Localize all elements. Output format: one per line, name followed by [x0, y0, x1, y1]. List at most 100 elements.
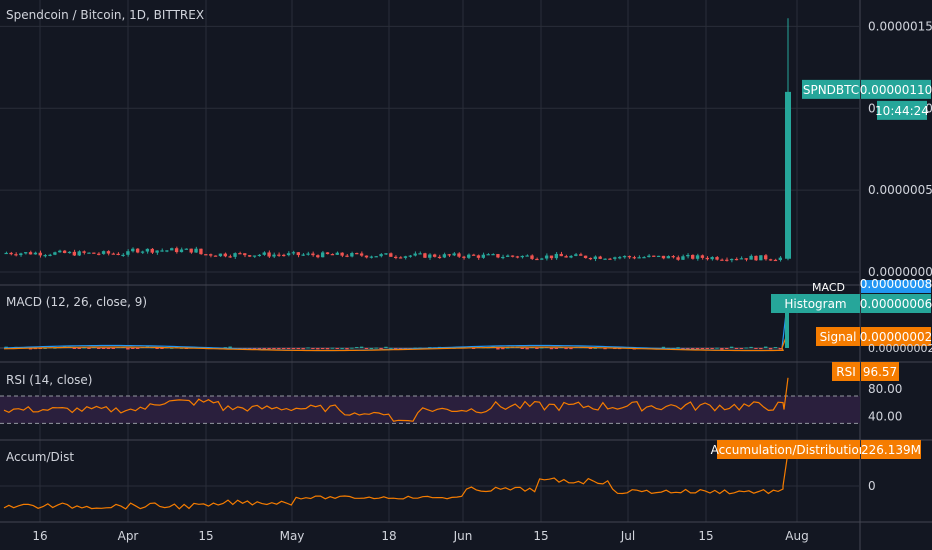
- candle-body: [150, 248, 154, 253]
- candle-body: [467, 254, 471, 258]
- main-chart-title: Spendcoin / Bitcoin, 1D, BITTREX: [6, 8, 205, 22]
- candle-body: [617, 257, 622, 259]
- signal-name-tag: Signal: [820, 330, 857, 344]
- candle-body: [106, 251, 111, 254]
- candle-body: [676, 257, 680, 260]
- candle-body: [510, 255, 515, 257]
- candle-body: [72, 251, 77, 256]
- rsi-title: RSI (14, close): [6, 373, 93, 387]
- candle-body: [544, 255, 549, 259]
- candle-body: [252, 255, 257, 257]
- candle-body: [4, 252, 8, 255]
- candle-body: [559, 253, 563, 257]
- candle-body: [637, 257, 641, 259]
- x-tick-label: Aug: [785, 529, 808, 543]
- candle-body: [593, 256, 597, 259]
- macd-histogram-bar: [296, 348, 300, 349]
- macd-histogram-bar: [87, 348, 91, 349]
- candle-body: [325, 252, 330, 255]
- macd-histogram-bar: [700, 348, 705, 349]
- rsi-name-tag: RSI: [836, 365, 856, 379]
- candle-body: [145, 248, 150, 252]
- candle-body: [330, 254, 335, 256]
- candle-body: [62, 250, 67, 253]
- candle-body: [296, 252, 300, 256]
- candle-body: [671, 256, 675, 258]
- candle-body: [228, 256, 232, 258]
- candle-body: [335, 252, 339, 255]
- candle-body: [350, 253, 354, 257]
- macd-histogram-bar: [135, 348, 140, 349]
- candle-body: [213, 255, 218, 257]
- candle-body: [277, 254, 281, 256]
- candle-body: [14, 254, 18, 256]
- candle-body: [437, 256, 442, 259]
- candle-body: [282, 254, 286, 257]
- y-tick-label: 0.00000050: [868, 183, 932, 197]
- y-tick-label: 0.00000150: [868, 19, 932, 33]
- candle-body: [389, 253, 393, 257]
- candle-body: [184, 248, 189, 250]
- candle-body: [247, 255, 252, 257]
- candle-body: [686, 254, 690, 257]
- macd-histogram-bar: [301, 348, 305, 350]
- macd-histogram-bar: [126, 348, 130, 350]
- macd-histogram-bar: [267, 348, 271, 349]
- candle-body: [778, 257, 782, 261]
- candle-body: [452, 253, 456, 256]
- macd-histogram-bar: [311, 348, 315, 349]
- candle-body: [734, 258, 739, 261]
- candle-body: [204, 254, 208, 256]
- candle-body: [43, 255, 47, 257]
- ad-value-tag: 226.139M: [861, 443, 921, 457]
- candle-body: [320, 252, 325, 258]
- x-tick-label: Jun: [453, 529, 473, 543]
- macd-histogram-bar: [345, 348, 349, 350]
- candle-body: [486, 254, 490, 256]
- candle-body: [720, 259, 724, 261]
- candle-body: [116, 253, 120, 256]
- candle-body: [725, 259, 729, 261]
- spike-candle-body: [785, 91, 791, 259]
- macd-histogram-bar: [359, 346, 364, 348]
- candle-body: [579, 254, 583, 256]
- candle-body: [530, 255, 534, 259]
- candle-body: [744, 258, 748, 260]
- candle-body: [92, 252, 96, 254]
- candle-body: [301, 254, 305, 256]
- x-tick-label: May: [280, 529, 305, 543]
- candle-body: [121, 254, 125, 256]
- macd-histogram-bar: [749, 346, 753, 348]
- candle-body: [496, 254, 500, 258]
- candle-body: [564, 256, 568, 258]
- macd-histogram-bar: [77, 348, 81, 349]
- candle-body: [272, 254, 276, 257]
- candle-body: [540, 258, 544, 260]
- x-tick-label: Apr: [118, 529, 139, 543]
- candle-body: [340, 252, 344, 256]
- macd-histogram-bar: [286, 348, 291, 349]
- candle-body: [238, 253, 242, 255]
- macd-histogram-bar: [272, 348, 276, 350]
- candle-body: [413, 253, 417, 256]
- macd-histogram-bar: [355, 346, 359, 348]
- macd-histogram-bar: [520, 348, 524, 349]
- candle-body: [520, 255, 524, 258]
- candle-body: [613, 257, 617, 259]
- candle-body: [355, 253, 359, 255]
- candle-body: [622, 256, 627, 258]
- macd-histogram-bar: [525, 348, 529, 350]
- macd-histogram-bar: [228, 346, 232, 348]
- candle-body: [398, 257, 403, 259]
- x-tick-label: 15: [533, 529, 548, 543]
- macd-histogram-bar: [379, 348, 383, 350]
- macd-title: MACD (12, 26, close, 9): [6, 295, 148, 309]
- macd-histogram-bar: [764, 346, 768, 348]
- candle-body: [632, 257, 636, 259]
- macd-histogram-bar: [335, 348, 339, 349]
- macd-histogram-bar: [155, 348, 159, 349]
- candle-body: [447, 254, 451, 256]
- macd-histogram-bar: [535, 348, 539, 349]
- macd-histogram-bar: [739, 348, 744, 349]
- macd-histogram-bar: [262, 348, 266, 349]
